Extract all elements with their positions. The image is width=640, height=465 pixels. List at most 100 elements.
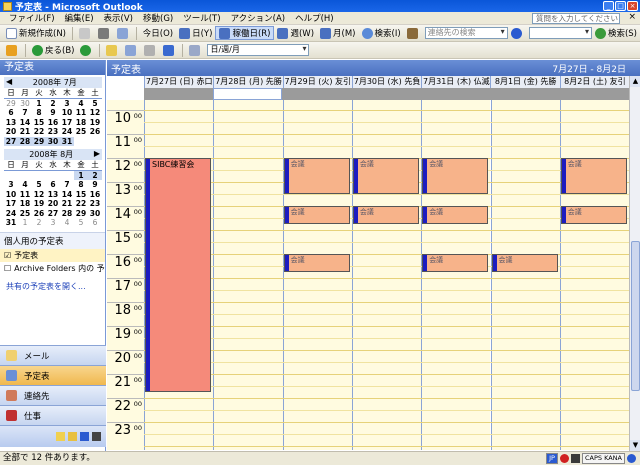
calendar-item-main[interactable]: ☑ 予定表 (0, 248, 105, 262)
week-view-button[interactable]: 週(W) (274, 26, 317, 40)
help-button[interactable] (508, 26, 527, 40)
search-query-input[interactable] (528, 27, 592, 39)
scroll-up-icon[interactable]: ▲ (630, 76, 640, 87)
day-header[interactable]: 8月1日 (金) 先勝 (490, 76, 560, 88)
menu-edit[interactable]: 編集(E) (60, 12, 99, 24)
calendar-day[interactable]: 4 (74, 99, 88, 109)
calendar-day[interactable]: 4 (18, 180, 32, 190)
appointment[interactable]: 会議 (560, 157, 628, 194)
calendar-day[interactable]: 19 (32, 199, 46, 209)
calendar-day[interactable]: 29 (32, 136, 46, 146)
checkbox[interactable]: ☐ (4, 264, 11, 273)
day-header[interactable]: 7月30日 (水) 先負 (351, 76, 422, 88)
calendar-day[interactable]: 5 (88, 99, 102, 109)
calendar-day[interactable]: 19 (88, 118, 102, 128)
workweek-view-button[interactable]: 稼働日(R) (215, 26, 275, 40)
month-view-button[interactable]: 月(M) (317, 26, 358, 40)
outlook-today-button[interactable] (3, 43, 22, 57)
menu-view[interactable]: 表示(V) (99, 12, 138, 24)
calendar-day[interactable]: 3 (46, 218, 60, 228)
calendar-day[interactable]: 1 (74, 170, 88, 180)
calendar-day[interactable]: 29 (74, 209, 88, 219)
calendar-day[interactable]: 14 (60, 190, 74, 200)
nav-contacts-button[interactable]: 連絡先 (0, 385, 106, 405)
print-preview-button[interactable] (141, 43, 160, 57)
calendar-day[interactable]: 16 (46, 118, 60, 128)
ime-icon[interactable] (559, 454, 569, 463)
calendar-day[interactable]: 2 (88, 170, 102, 180)
calendar-day[interactable]: 29 (4, 99, 18, 109)
day-header[interactable]: 7月29日 (火) 友引 (282, 76, 352, 88)
calendar-day[interactable]: 12 (32, 190, 46, 200)
calendar-grid-button[interactable] (114, 26, 133, 40)
calendar-day[interactable]: 30 (18, 99, 32, 109)
calendar-day[interactable]: 26 (32, 209, 46, 219)
calendar-day[interactable]: 1 (32, 99, 46, 109)
minimize-button[interactable]: _ (603, 1, 614, 11)
calendar-day[interactable]: 16 (88, 190, 102, 200)
calendar-day[interactable]: 24 (60, 127, 74, 137)
today-button[interactable]: 今日(O) (140, 26, 176, 40)
nav-tasks-button[interactable]: 仕事 (0, 405, 106, 425)
vertical-scrollbar[interactable]: ▲ ▼ (629, 76, 640, 451)
calendar-day[interactable]: 6 (88, 218, 102, 228)
calendar-day[interactable]: 8 (74, 180, 88, 190)
delete-button[interactable] (95, 26, 114, 40)
calendar-day[interactable] (74, 137, 88, 147)
appointment[interactable]: 会議 (422, 205, 489, 224)
checkbox[interactable]: ☑ (4, 251, 11, 260)
calendar-day[interactable]: 12 (88, 108, 102, 118)
calendar-day[interactable]: 26 (88, 127, 102, 137)
folder-list-icon[interactable] (68, 432, 77, 441)
folder-button[interactable] (103, 43, 122, 57)
scroll-thumb[interactable] (631, 241, 640, 391)
calendar-day[interactable]: 21 (18, 127, 32, 137)
appointment[interactable]: 会議 (283, 157, 350, 194)
appointment[interactable]: 会議 (422, 253, 489, 272)
print-button[interactable] (76, 26, 95, 40)
calendar-day[interactable]: 30 (46, 136, 60, 146)
calendar-day[interactable] (46, 171, 60, 181)
calendar-day[interactable]: 8 (32, 108, 46, 118)
calendar-day[interactable]: 7 (18, 108, 32, 118)
day-header[interactable]: 7月31日 (木) 仏滅 (421, 76, 491, 88)
calendar-day[interactable]: 4 (60, 218, 74, 228)
my-calendars-title[interactable]: 個人用の予定表 (0, 231, 105, 249)
calendar-day[interactable]: 17 (60, 118, 74, 128)
ime-language-button[interactable]: JP (546, 453, 558, 464)
calendar-day[interactable]: 15 (74, 190, 88, 200)
maximize-button[interactable]: □ (615, 1, 626, 11)
calendar-day[interactable]: 10 (60, 108, 74, 118)
calendar-day[interactable]: 11 (74, 108, 88, 118)
calendar-day[interactable]: 5 (74, 218, 88, 228)
calendar-day[interactable] (60, 171, 74, 181)
calendar-day[interactable]: 13 (46, 190, 60, 200)
calendar-item-archive[interactable]: ☐ Archive Folders 内の 予定表 (0, 262, 105, 275)
calendar-day[interactable]: 2 (32, 218, 46, 228)
calendar-day[interactable]: 20 (4, 127, 18, 137)
calendar-day[interactable]: 3 (60, 99, 74, 109)
appointment[interactable]: 会議 (491, 253, 558, 272)
calendar-day[interactable]: 27 (4, 136, 18, 146)
calendar-day[interactable]: 1 (18, 218, 32, 228)
shortcuts-icon[interactable] (80, 432, 89, 441)
appointment[interactable]: 会議 (283, 205, 350, 224)
forward-button[interactable] (77, 43, 96, 57)
calendar-day[interactable]: 5 (32, 180, 46, 190)
calendar-day[interactable]: 25 (18, 209, 32, 219)
nav-calendar-button[interactable]: 予定表 (0, 365, 106, 385)
calendar-day[interactable]: 18 (18, 199, 32, 209)
calendar-day[interactable]: 31 (60, 136, 74, 146)
calendar-day[interactable]: 10 (4, 190, 18, 200)
calendar-day[interactable]: 6 (46, 180, 60, 190)
calendar-day[interactable]: 28 (60, 209, 74, 219)
prev-month-icon[interactable]: ◀ (6, 77, 12, 88)
appointment[interactable]: 会議 (352, 205, 420, 224)
menu-go[interactable]: 移動(G) (138, 12, 178, 24)
calendar-day[interactable]: 21 (60, 199, 74, 209)
appointment[interactable]: 会議 (560, 205, 628, 224)
calendar-day[interactable]: 7 (60, 180, 74, 190)
ime-pad-icon[interactable] (570, 454, 580, 463)
menu-actions[interactable]: アクション(A) (226, 12, 291, 24)
calendar-day[interactable]: 28 (18, 136, 32, 146)
